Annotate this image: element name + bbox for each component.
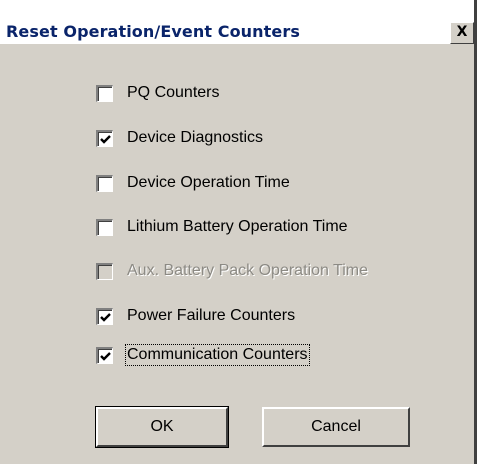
checkbox[interactable] [96,347,113,364]
checkmark-icon [100,352,111,361]
close-button[interactable]: X [450,22,474,44]
checkbox[interactable] [96,130,113,147]
option-label: Device Diagnostics [127,129,264,146]
option-label: Communication Counters [125,344,310,366]
checkbox[interactable] [96,175,113,192]
close-icon: X [456,24,468,40]
option-label: PQ Counters [127,84,220,101]
checkbox [96,263,113,280]
cancel-button[interactable]: Cancel [262,407,410,447]
reset-counters-dialog: Reset Operation/Event Counters X PQ Coun… [0,0,477,464]
checkbox[interactable] [96,308,113,325]
option-label: Aux. Battery Pack Operation Time [127,262,368,279]
title-bar: Reset Operation/Event Counters [0,0,474,44]
dialog-title: Reset Operation/Event Counters [6,22,300,41]
option-label: Device Operation Time [127,174,290,191]
ok-button[interactable]: OK [95,406,229,448]
checkmark-icon [100,135,111,144]
checkbox[interactable] [96,85,113,102]
checkmark-icon [100,313,111,322]
option-label: Lithium Battery Operation Time [127,218,348,235]
checkbox[interactable] [96,219,113,236]
option-label: Power Failure Counters [127,307,296,324]
